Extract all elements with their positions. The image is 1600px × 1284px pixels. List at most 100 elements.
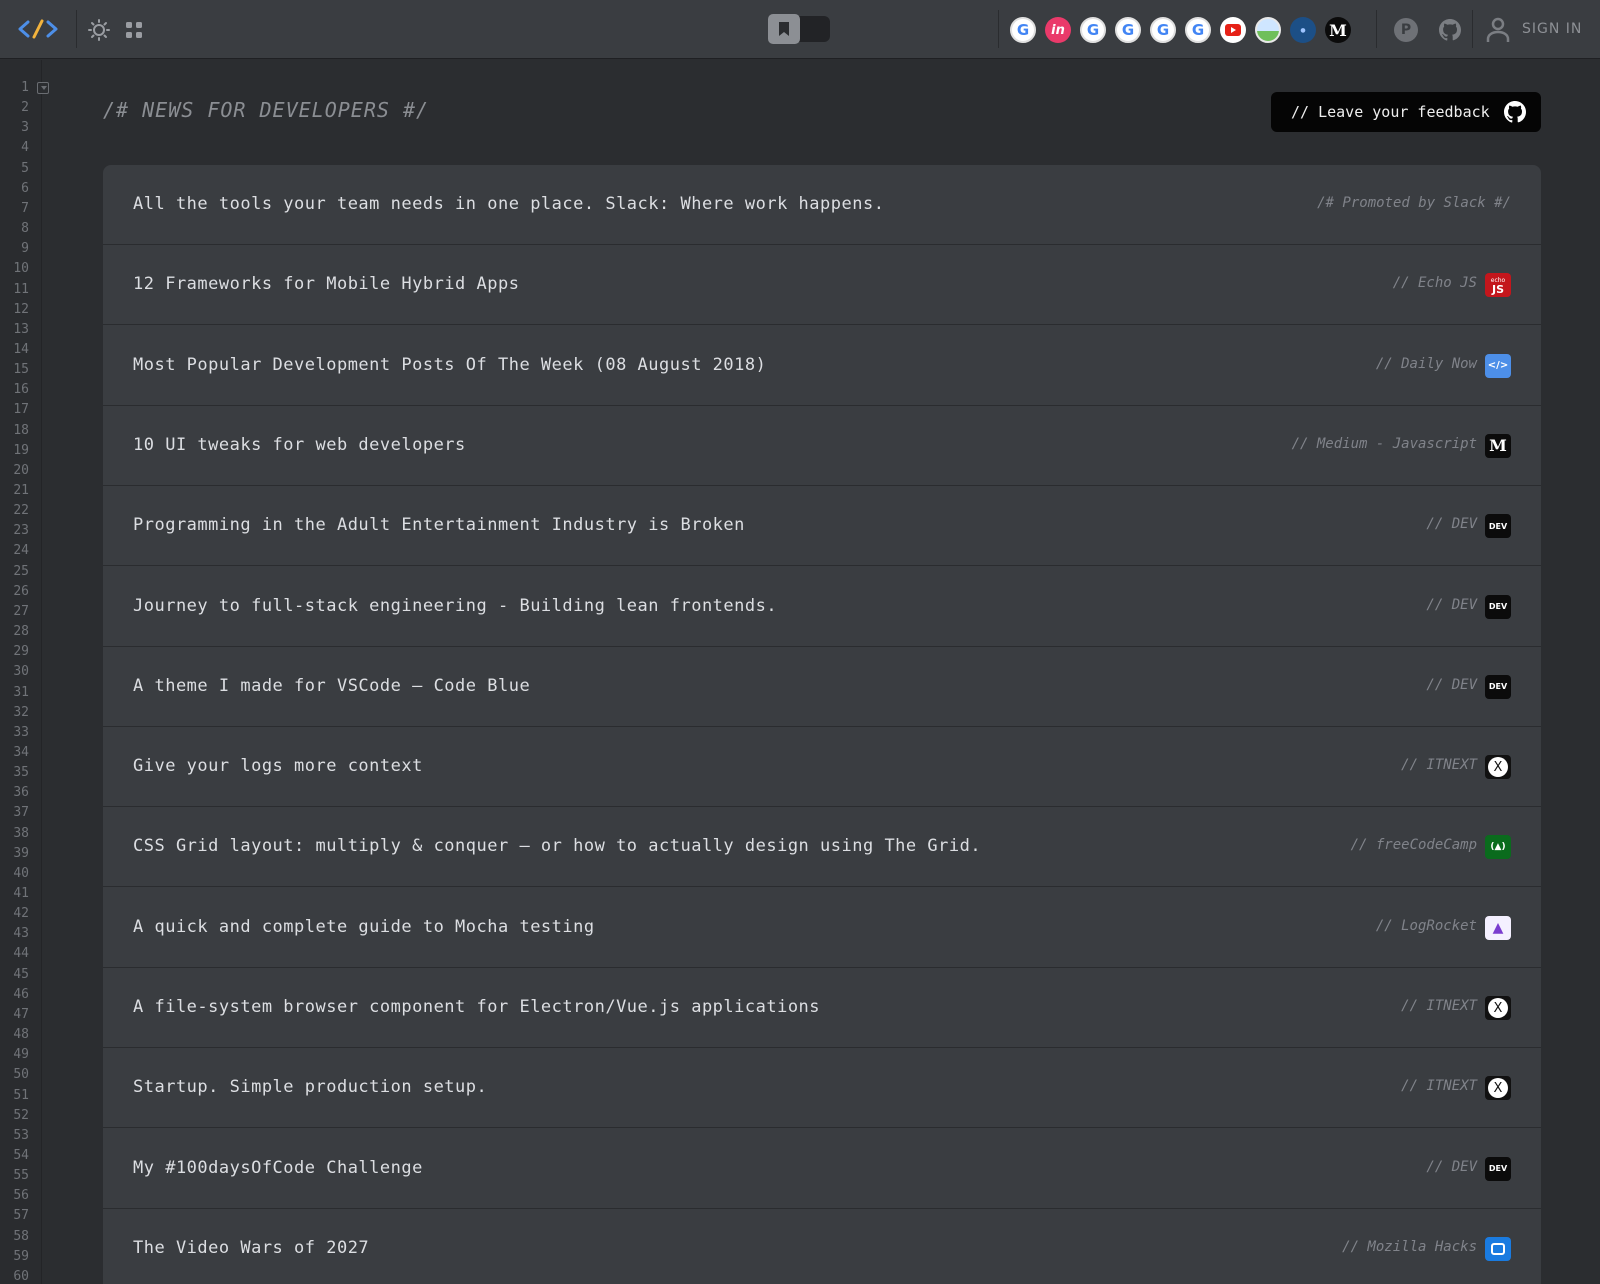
news-title[interactable]: A file-system browser component for Elec… [133,997,820,1017]
lr-logo-icon: ▲ [1485,915,1511,940]
news-title[interactable]: A quick and complete guide to Mocha test… [133,917,595,937]
line-number: 20 [13,462,29,478]
dev-logo-icon: DEV [1485,1156,1511,1181]
news-item[interactable]: Most Popular Development Posts Of The We… [103,326,1541,406]
line-number: 7 [21,200,29,216]
line-number: 4 [21,140,29,156]
itnext-logo-icon: X [1485,1076,1511,1101]
google-icon[interactable]: G [1010,17,1036,43]
line-number: 5 [21,160,29,176]
fcc-logo-icon: (▲) [1485,835,1511,860]
google-icon[interactable]: G [1150,17,1176,43]
news-item[interactable]: A quick and complete guide to Mocha test… [103,888,1541,968]
news-title[interactable]: Programming in the Adult Entertainment I… [133,515,745,535]
news-title[interactable]: My #100daysOfCode Challenge [133,1158,423,1178]
photo-icon[interactable] [1255,17,1281,43]
line-number: 33 [13,724,29,740]
google-icon[interactable]: G [1115,17,1141,43]
news-source: // ITNEXT [1401,757,1477,774]
line-number: 51 [13,1087,29,1103]
line-number: 15 [13,362,29,378]
news-title[interactable]: 12 Frameworks for Mobile Hybrid Apps [133,274,519,294]
daily-logo-icon[interactable] [18,17,58,41]
news-source: // ITNEXT [1401,1078,1477,1095]
line-number: 9 [21,241,29,257]
moz-logo-icon [1485,1236,1511,1261]
line-number: 38 [13,825,29,841]
line-number: 48 [13,1027,29,1043]
line-number: 8 [21,221,29,237]
line-number: 50 [13,1067,29,1083]
line-number: 49 [13,1047,29,1063]
daily-logo-icon: </> [1485,353,1511,378]
line-number: 32 [13,704,29,720]
dev-logo-icon: DEV [1485,594,1511,619]
product-hunt-icon[interactable]: P [1394,18,1418,42]
news-source: // LogRocket [1375,917,1477,934]
news-item[interactable]: CSS Grid layout: multiply & conquer — or… [103,807,1541,888]
news-source: // Medium - Javascript [1291,435,1477,452]
feedback-label: // Leave your feedback [1291,103,1490,121]
line-number: 41 [13,886,29,901]
line-number: 17 [13,402,29,418]
news-item[interactable]: Startup. Simple production setup. // ITNE… [103,1048,1541,1129]
medium-icon[interactable]: M [1325,17,1351,43]
news-title[interactable]: Give your logs more context [133,756,423,776]
news-item[interactable]: 10 UI tweaks for web developers // Medium… [103,406,1541,486]
google-icon[interactable]: G [1185,17,1211,43]
line-number: 14 [13,341,29,357]
news-source: // freeCodeCamp [1350,837,1477,854]
news-item[interactable]: A file-system browser component for Elec… [103,968,1541,1048]
line-number: 36 [13,785,29,801]
news-source: // DEV [1426,516,1477,533]
line-number: 39 [13,845,29,861]
sign-in-link[interactable]: SIGN IN [1522,21,1582,37]
youtube-icon[interactable] [1220,17,1246,43]
line-number: 19 [13,442,29,458]
news-title[interactable]: All the tools your team needs in one pla… [133,194,884,214]
news-item[interactable]: A theme I made for VSCode — Code Blue // … [103,647,1541,727]
line-number: 57 [13,1208,29,1224]
fold-icon[interactable] [37,82,49,94]
news-title[interactable]: Startup. Simple production setup. [133,1077,487,1097]
line-number: 30 [13,664,29,680]
news-title[interactable]: A theme I made for VSCode — Code Blue [133,676,530,696]
line-number: 53 [13,1127,29,1143]
promoted-item[interactable]: All the tools your team needs in one pla… [103,165,1541,245]
line-number: 27 [13,603,29,619]
news-title[interactable]: 10 UI tweaks for web developers [133,435,466,455]
bookmark-icon [768,14,800,44]
source-shortcuts: G in G G G G ● M [1010,17,1351,43]
line-number: 16 [13,382,29,398]
feedback-button[interactable]: // Leave your feedback [1271,92,1541,132]
hashnode-icon[interactable]: ● [1290,17,1316,43]
bookmarks-toggle[interactable] [768,14,830,44]
github-icon[interactable] [1438,18,1462,42]
line-number: 1 [21,80,29,95]
news-item[interactable]: 12 Frameworks for Mobile Hybrid Apps // E… [103,245,1541,326]
news-item[interactable]: Journey to full-stack engineering - Buil… [103,567,1541,647]
news-source: /# Promoted by Slack #/ [1317,195,1511,211]
line-number: 11 [13,281,29,297]
line-number: 47 [13,1006,29,1022]
news-title[interactable]: CSS Grid layout: multiply & conquer — or… [133,836,981,856]
news-source: // Daily Now [1375,355,1477,372]
line-number-gutter: 1 2 3 4 5 6 7 8 9 10 11 12 13 14 15 16 17 18 19 20 21 22 23 24 2… [0,60,42,1284]
google-icon[interactable]: G [1080,17,1106,43]
sun-icon[interactable] [88,19,110,41]
dev-logo-icon: DEV [1485,514,1511,539]
news-title[interactable]: Journey to full-stack engineering - Buil… [133,596,777,616]
user-icon[interactable] [1486,17,1510,43]
grid-icon[interactable] [124,20,144,40]
news-item[interactable]: The Video Wars of 2027 // Mozilla Hacks [103,1209,1541,1284]
news-item[interactable]: Give your logs more context // ITNEXT X [103,727,1541,808]
news-title[interactable]: The Video Wars of 2027 [133,1238,369,1258]
news-title[interactable]: Most Popular Development Posts Of The We… [133,355,766,375]
news-source: // ITNEXT [1401,998,1477,1014]
news-item[interactable]: My #100daysOfCode Challenge // DEV DEV [103,1129,1541,1209]
news-item[interactable]: Programming in the Adult Entertainment I… [103,486,1541,567]
line-number: 35 [13,765,29,781]
invision-icon[interactable]: in [1045,17,1071,43]
github-icon [1504,101,1526,123]
line-number: 43 [13,926,29,942]
